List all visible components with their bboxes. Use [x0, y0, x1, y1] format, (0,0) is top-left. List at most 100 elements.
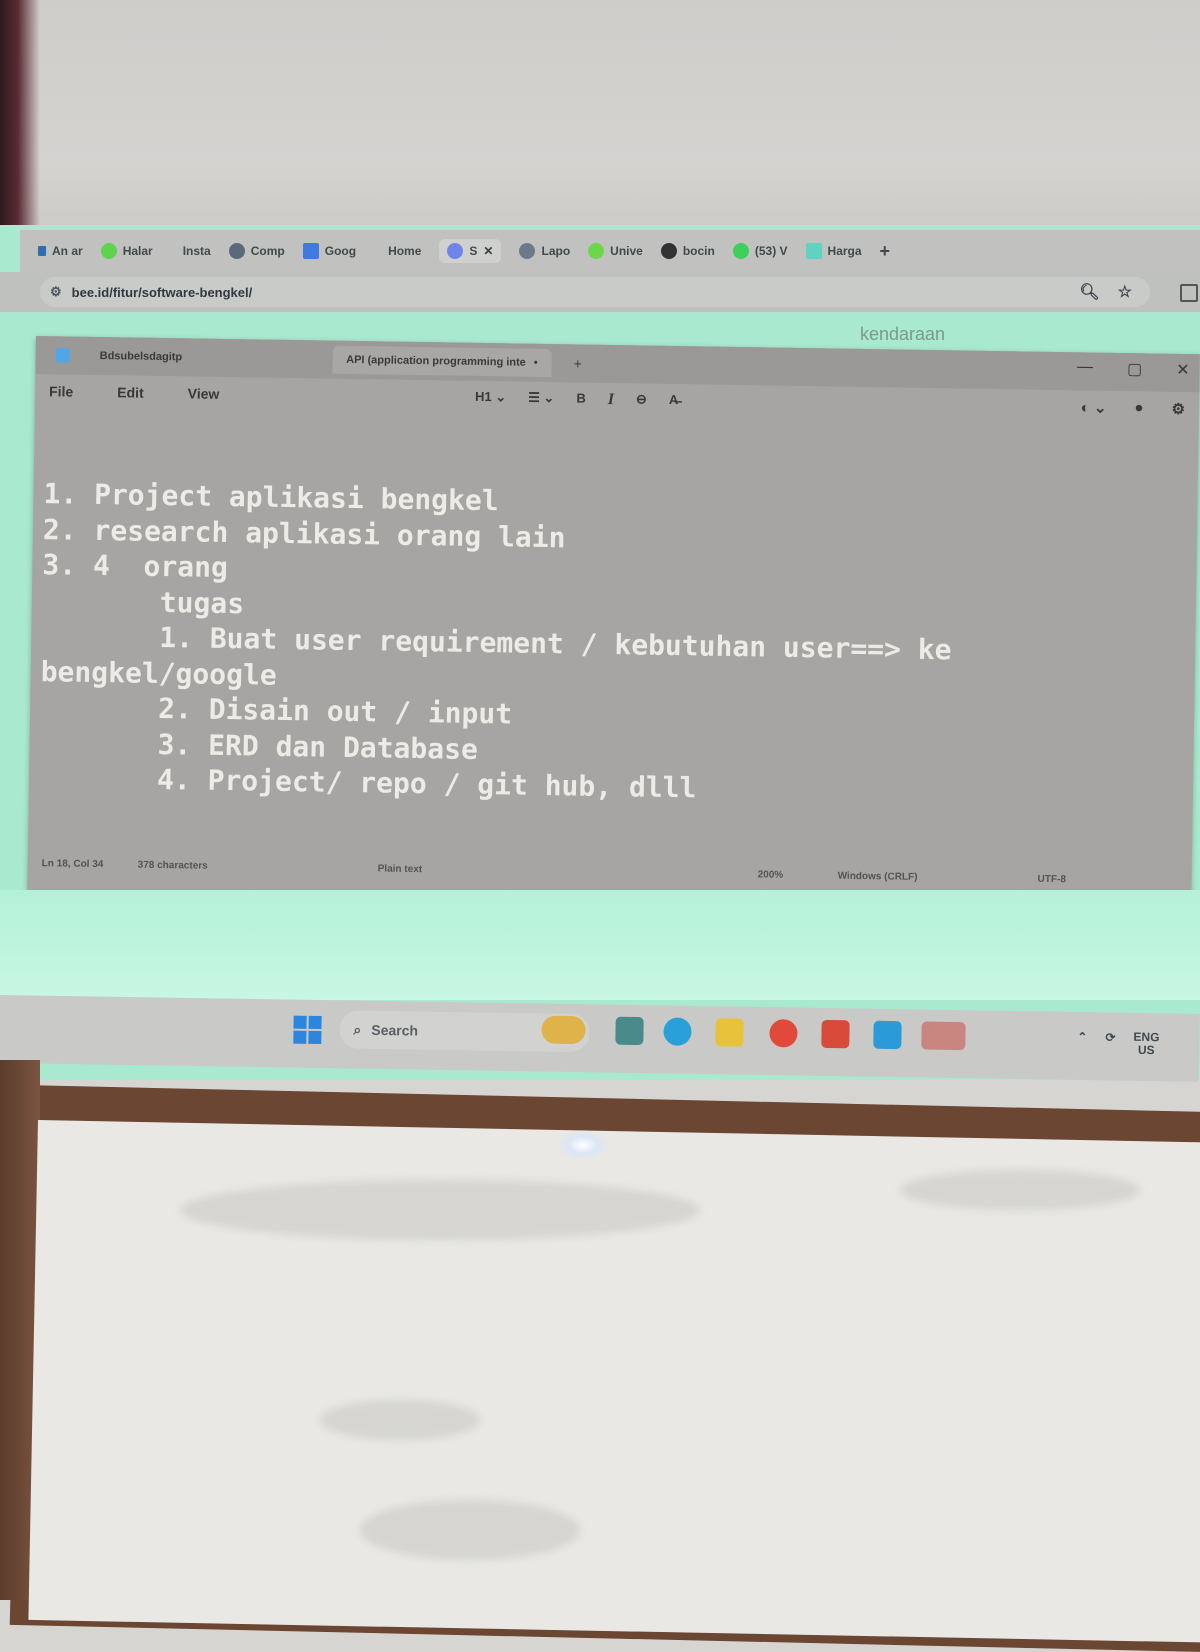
address-bar[interactable]: ⚙ bee.id/fitur/software-bengkel/ 🔍︎ ☆ — [40, 277, 1150, 307]
browser-tab[interactable]: Unive — [588, 243, 643, 259]
close-icon[interactable]: ✕ — [1176, 360, 1190, 380]
tab-label: Insta — [182, 244, 211, 258]
bookmark-star-icon[interactable]: ☆ — [1118, 282, 1132, 302]
menu-edit[interactable]: Edit — [117, 384, 144, 400]
whiteboard-smudge — [900, 1170, 1140, 1210]
menu-file[interactable]: File — [49, 383, 73, 399]
tab-label: Halar — [122, 244, 153, 258]
tab-label: An ar — [52, 244, 83, 258]
character-count: 378 characters — [137, 859, 208, 872]
tab-label: S — [469, 244, 478, 258]
chrome-icon[interactable] — [769, 1019, 798, 1048]
list-dropdown[interactable]: ☰ ⌄ — [528, 390, 554, 408]
tab-favicon-icon — [447, 243, 464, 259]
tab-favicon-icon — [100, 243, 117, 259]
edge-browser-icon[interactable] — [663, 1017, 692, 1046]
new-tab-button[interactable]: + — [880, 241, 891, 262]
minimize-icon[interactable]: — — [1077, 358, 1093, 378]
projector-edge — [0, 0, 40, 260]
lang-region: US — [1137, 1042, 1155, 1058]
wall-background — [0, 0, 1200, 235]
formatting-toolbar: H1 ⌄ ☰ ⌄ B I ⊖ A̶ — [475, 389, 678, 410]
tab-favicon-icon — [732, 243, 749, 259]
light-glare — [558, 1130, 608, 1160]
browser-tab[interactable]: Home — [374, 244, 421, 258]
whiteboard-smudge — [360, 1500, 580, 1560]
start-button-icon[interactable] — [293, 1015, 322, 1045]
page-text-peek: kendaraan — [860, 324, 946, 344]
heading-dropdown[interactable]: H1 ⌄ — [475, 389, 506, 407]
task-view-icon[interactable] — [615, 1016, 644, 1046]
tab-label: Unive — [610, 244, 643, 258]
tab-label: bocin — [682, 244, 715, 258]
chevron-up-icon[interactable]: ⌃ — [1077, 1030, 1087, 1056]
tab-favicon-icon — [588, 243, 605, 259]
tab-label: Comp — [250, 244, 285, 258]
clear-format-icon[interactable]: A̶ — [669, 392, 679, 410]
browser-toolbar: ⚙ bee.id/fitur/software-bengkel/ 🔍︎ ☆ — [0, 272, 1200, 312]
browser-tab-strip: An ar Halar Insta Comp Goog Home S ✕ Lapo… — [20, 230, 1200, 272]
system-tray: ⌃ ⟳ ENG US — [1077, 1030, 1159, 1058]
sync-icon[interactable]: ⟳ — [1105, 1030, 1115, 1056]
tab-favicon-icon — [302, 243, 319, 259]
terminal-icon[interactable] — [921, 1021, 966, 1051]
notepad-window: Bdsubelsdagitp API (application programm… — [27, 336, 1200, 915]
browser-tab[interactable]: (53) V — [732, 243, 788, 259]
browser-tab[interactable]: Insta — [171, 244, 211, 258]
window-controls: — ▢ ✕ — [1077, 358, 1190, 380]
browser-tab[interactable]: Lapo — [519, 243, 570, 259]
github-icon — [660, 243, 677, 259]
filezilla-icon[interactable] — [821, 1019, 850, 1049]
close-tab-icon[interactable]: ✕ — [483, 244, 493, 258]
tab-favicon-icon — [38, 246, 46, 256]
browser-tab[interactable]: Halar — [100, 243, 153, 259]
language-indicator[interactable]: ENG US — [1133, 1030, 1159, 1058]
zoom-icon[interactable]: 🔍︎ — [1079, 282, 1099, 302]
italic-button[interactable]: I — [608, 391, 615, 409]
settings-gear-icon[interactable]: ⚙ — [1171, 400, 1185, 418]
unsaved-dot-icon: • — [533, 356, 538, 369]
whiteboard-smudge — [180, 1180, 700, 1240]
browser-tab[interactable]: An ar — [38, 244, 83, 258]
maximize-icon[interactable]: ▢ — [1127, 359, 1142, 379]
cursor-position: Ln 18, Col 34 — [41, 858, 104, 871]
widgets-icon[interactable] — [541, 1015, 586, 1045]
tab-favicon-icon — [228, 243, 245, 259]
bold-button[interactable]: B — [576, 390, 586, 408]
zoom-level[interactable]: 200% — [758, 869, 784, 880]
browser-tab-active[interactable]: S ✕ — [439, 239, 502, 263]
tab-title: API (application programming inte — [346, 353, 526, 369]
file-explorer-icon[interactable] — [715, 1018, 744, 1047]
browser-tab[interactable]: bocin — [660, 243, 715, 259]
browser-tab[interactable]: Harga — [805, 243, 862, 259]
notepad-tab-active[interactable]: API (application programming inte • — [331, 345, 552, 378]
extensions-icon[interactable] — [1180, 284, 1198, 302]
text-editor[interactable]: 1. Project aplikasi bengkel 2. research … — [38, 476, 1183, 834]
site-info-icon[interactable]: ⚙ — [50, 284, 62, 300]
account-icon[interactable]: ● — [1134, 399, 1143, 417]
tab-favicon-icon — [805, 243, 822, 259]
menu-view[interactable]: View — [188, 385, 220, 401]
encoding[interactable]: UTF-8 — [1038, 874, 1067, 885]
desktop-background — [0, 890, 1200, 1000]
whiteboard-smudge — [320, 1400, 480, 1440]
browser-tab[interactable]: Comp — [228, 243, 285, 259]
url-text: bee.id/fitur/software-bengkel/ — [71, 284, 253, 300]
search-label: Search — [371, 1021, 419, 1039]
search-icon: ⌕ — [353, 1021, 362, 1038]
tab-label: Goog — [324, 244, 357, 258]
line-ending[interactable]: Windows (CRLF) — [838, 871, 918, 883]
tab-favicon-icon — [519, 243, 536, 259]
browser-tab[interactable]: Goog — [302, 243, 357, 259]
tab-label: Harga — [827, 244, 862, 258]
tab-label: (53) V — [754, 244, 788, 258]
link-icon[interactable]: ⊖ — [636, 391, 647, 409]
notepad-app-icon — [55, 348, 70, 363]
tab-label: Home — [388, 244, 422, 258]
notepad-taskbar-icon[interactable] — [873, 1020, 902, 1050]
add-tab-button[interactable]: + — [574, 355, 582, 371]
copilot-icon[interactable]: ◐ ⌄ — [1081, 398, 1107, 416]
tab-label: Lapo — [541, 244, 571, 258]
text-format[interactable]: Plain text — [378, 863, 423, 875]
notepad-tab-inactive[interactable]: Bdsubelsdagitp — [100, 350, 183, 363]
